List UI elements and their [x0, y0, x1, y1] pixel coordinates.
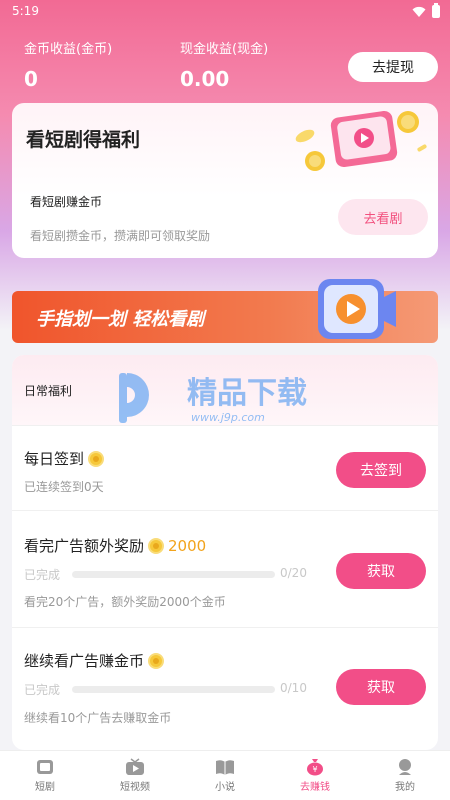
task-title-text: 每日签到 — [24, 450, 85, 468]
watch-drama-button[interactable]: 去看剧 — [338, 199, 428, 235]
progress-count: 0/20 — [280, 566, 307, 580]
tv-coins-illustration — [295, 110, 427, 171]
nav-item-profile[interactable]: 我的 — [360, 751, 450, 800]
bottom-nav: 短剧 短视频 小说 ¥ 去赚钱 我的 — [0, 750, 450, 800]
bonus-amount: 2000 — [168, 536, 207, 555]
daily-rewards-title: 日常福利 — [24, 384, 73, 398]
task-ad-bonus: 看完广告额外奖励 2000 已完成 0/20 看完20个广告，额外奖励2000个… — [12, 510, 438, 627]
coin-earnings: 金币收益(金币) 0 — [24, 38, 112, 91]
task-progress: 已完成 0/10 — [24, 681, 314, 697]
user-icon — [399, 759, 411, 775]
progress-label: 已完成 — [24, 683, 61, 697]
task-daily-checkin: 每日签到 已连续签到0天 去签到 — [12, 425, 438, 510]
task-title: 继续看广告赚金币 — [24, 650, 165, 671]
nav-item-drama[interactable]: 短剧 — [0, 751, 90, 800]
task-title-text: 看完广告额外奖励 — [24, 537, 145, 555]
withdraw-button[interactable]: 去提现 — [348, 52, 438, 82]
nav-item-short-video[interactable]: 短视频 — [90, 751, 180, 800]
status-time: 5:19 — [12, 4, 39, 18]
tv-icon — [126, 758, 144, 775]
nav-label: 短视频 — [120, 782, 150, 793]
claim-ad-coins-button[interactable]: 获取 — [336, 669, 426, 705]
task-subtitle: 继续看10个广告去赚取金币 — [24, 711, 172, 725]
coin-icon — [148, 652, 165, 669]
checkin-button[interactable]: 去签到 — [336, 452, 426, 488]
watermark-sub-text: www.j9p.com — [191, 411, 265, 424]
coin-earnings-label: 金币收益(金币) — [24, 42, 113, 57]
watermark-logo: 精品下载 www.j9p.com — [119, 373, 307, 424]
daily-rewards-section: 日常福利 精品下载 www.j9p.com 每日签到 已连续签到0天 去签到 看… — [12, 355, 438, 750]
task-subtitle: 看完20个广告，额外奖励2000个金币 — [24, 595, 226, 609]
nav-label: 我的 — [395, 782, 415, 793]
svg-text:¥: ¥ — [312, 765, 317, 774]
task-subtitle: 已连续签到0天 — [24, 480, 104, 494]
money-bag-icon: ¥ — [307, 759, 323, 776]
task-title-text: 继续看广告赚金币 — [24, 652, 145, 670]
drama-icon — [37, 760, 53, 774]
task-title: 看完广告额外奖励 2000 — [24, 535, 206, 556]
battery-icon — [432, 3, 440, 18]
book-icon — [216, 760, 234, 775]
watermark-main-text: 精品下载 — [187, 376, 307, 411]
swipe-drama-banner[interactable]: 手指划一划 轻松看剧 — [12, 279, 438, 343]
cash-earnings-value: 0.00 — [180, 67, 230, 91]
banner-text: 手指划一划 轻松看剧 — [36, 309, 205, 330]
cash-earnings-label: 现金收益(现金) — [180, 42, 269, 57]
drama-card-subtitle: 看短剧赚金币 — [30, 195, 103, 209]
task-continue-ads: 继续看广告赚金币 已完成 0/10 继续看10个广告去赚取金币 获取 — [12, 627, 438, 750]
claim-ad-bonus-button[interactable]: 获取 — [336, 553, 426, 589]
progress-count: 0/10 — [280, 681, 307, 695]
drama-card-title: 看短剧得福利 — [26, 129, 141, 151]
daily-rewards-header: 日常福利 精品下载 www.j9p.com — [12, 355, 438, 425]
cash-earnings: 现金收益(现金) 0.00 — [180, 38, 268, 91]
progress-label: 已完成 — [24, 568, 61, 582]
play-video-icon — [318, 279, 396, 339]
wifi-icon — [412, 6, 426, 17]
drama-card-description: 看短剧攒金币，攒满即可领取奖励 — [30, 229, 211, 243]
nav-label: 短剧 — [35, 782, 55, 793]
status-bar: 5:19 — [0, 0, 450, 22]
progress-bar — [72, 571, 275, 578]
progress-bar — [72, 686, 275, 693]
nav-item-novel[interactable]: 小说 — [180, 751, 270, 800]
task-title: 每日签到 — [24, 448, 105, 469]
task-progress: 已完成 0/20 — [24, 566, 314, 582]
nav-label: 小说 — [215, 782, 235, 793]
coin-earnings-value: 0 — [24, 67, 38, 91]
nav-item-earn[interactable]: ¥ 去赚钱 — [270, 751, 360, 800]
coin-icon — [148, 537, 165, 554]
coin-icon — [88, 450, 105, 467]
nav-label: 去赚钱 — [300, 782, 330, 793]
